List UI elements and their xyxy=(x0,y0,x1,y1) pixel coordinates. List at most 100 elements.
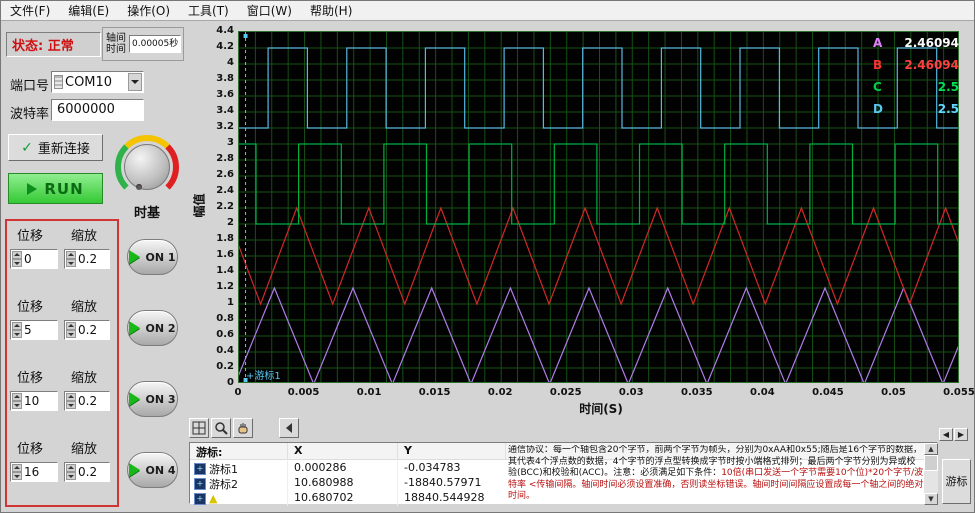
run-button[interactable]: RUN xyxy=(8,173,103,204)
legend-item-D[interactable]: D 2.5 xyxy=(873,99,959,119)
scale-input-3[interactable]: 0.2 xyxy=(64,391,110,411)
scale-value-1: 0.2 xyxy=(78,252,98,266)
cursor-x-value: 10.680702 xyxy=(288,491,398,506)
on-button-1[interactable]: ON 1 xyxy=(127,239,178,275)
y-axis-title: 幅值 xyxy=(192,193,207,218)
scale-label-4: 缩放 xyxy=(71,442,98,457)
y-tick-label: 0.8 xyxy=(216,313,234,324)
menu-item[interactable]: 帮助(H) xyxy=(301,1,361,21)
legend-series-value: 2.46094 xyxy=(904,58,959,72)
scrollbar-thumb[interactable] xyxy=(924,455,938,471)
y-tick-label: 1.8 xyxy=(216,233,234,244)
graph-scroll-left-button[interactable] xyxy=(279,418,299,438)
on-label-4: ON 4 xyxy=(145,463,176,477)
scale-label-1: 缩放 xyxy=(71,229,98,244)
y-tick-label: 4.2 xyxy=(216,41,234,52)
menu-item[interactable]: 窗口(W) xyxy=(238,1,301,21)
play-icon xyxy=(129,321,141,335)
spinner-icon[interactable] xyxy=(12,393,22,409)
check-icon: ✓ xyxy=(21,139,33,156)
reconnect-button[interactable]: ✓ 重新连接 xyxy=(8,134,103,161)
cursor-y-value: -18840.57971 xyxy=(404,476,482,489)
menu-item[interactable]: 操作(O) xyxy=(118,1,179,21)
x-tick-label: 0.015 xyxy=(418,387,451,398)
baud-input[interactable]: 6000000 xyxy=(51,99,144,121)
on-button-4[interactable]: ON 4 xyxy=(127,452,178,488)
cursor-x-value: 0.000286 xyxy=(288,461,398,476)
waveform-plot[interactable] xyxy=(238,31,959,383)
play-icon xyxy=(129,250,141,264)
displacement-value-2: 5 xyxy=(24,323,32,337)
scale-value-4: 0.2 xyxy=(78,465,98,479)
displacement-input-3[interactable]: 10 xyxy=(10,391,58,411)
header-x: X xyxy=(288,443,398,459)
legend-series-value: 2.5 xyxy=(937,80,959,94)
crosshair-icon xyxy=(192,421,206,435)
status-display: 状态: 正常 xyxy=(6,32,101,57)
scale-label-2: 缩放 xyxy=(71,300,98,315)
port-combobox[interactable]: COM10 xyxy=(51,71,144,93)
protocol-note: 通信协议：每一个轴包含20个字节，前两个字节为帧头，分别为0xAA和0x55;随… xyxy=(508,445,924,503)
scale-value-2: 0.2 xyxy=(78,323,98,337)
menu-item[interactable]: 工具(T) xyxy=(179,1,238,21)
y-tick-label: 1.2 xyxy=(216,281,234,292)
knob-face[interactable] xyxy=(124,144,170,190)
displacement-label-3: 位移 xyxy=(17,371,44,386)
chevron-down-icon[interactable] xyxy=(128,73,142,91)
hand-icon xyxy=(238,423,248,434)
scroll-left-button[interactable]: ◀ xyxy=(939,428,953,441)
menu-item[interactable]: 文件(F) xyxy=(1,1,59,21)
series-C xyxy=(239,143,958,225)
spinner-icon[interactable] xyxy=(66,322,76,338)
spinner-icon[interactable] xyxy=(12,464,22,480)
play-icon xyxy=(27,182,38,195)
displacement-input-4[interactable]: 16 xyxy=(10,462,58,482)
cursor-panel-button[interactable]: 游标 xyxy=(942,459,971,504)
spinner-icon[interactable] xyxy=(12,251,22,267)
displacement-value-4: 16 xyxy=(24,465,40,479)
spinner-icon[interactable] xyxy=(12,322,22,338)
on-button-2[interactable]: ON 2 xyxy=(127,310,178,346)
y-tick-label: 2.4 xyxy=(216,185,234,196)
spinner-icon[interactable] xyxy=(66,251,76,267)
play-icon xyxy=(129,463,141,477)
app-window: 文件(F) 编辑(E) 操作(O) 工具(T) 窗口(W) 帮助(H) 状态: 正常 轴间… xyxy=(0,0,975,513)
cursor-style-icon[interactable]: + xyxy=(194,462,206,475)
y-tick-label: 3.6 xyxy=(216,89,234,100)
cursor-style-icon[interactable]: + xyxy=(194,492,206,505)
displacement-input-1[interactable]: 0 xyxy=(10,249,58,269)
scale-input-1[interactable]: 0.2 xyxy=(64,249,110,269)
menu-item[interactable]: 编辑(E) xyxy=(59,1,118,21)
scroll-up-button[interactable]: ▲ xyxy=(924,443,938,455)
cursor-y-value: 18840.544928 xyxy=(404,491,485,504)
cursor-table-row[interactable]: + 游标2 10.680988 -18840.57971 xyxy=(190,476,506,491)
x-tick-label: 0.03 xyxy=(618,387,644,398)
zoom-tool-button[interactable] xyxy=(211,418,231,438)
pan-tool-button[interactable] xyxy=(233,418,253,438)
plot-cursor-label[interactable]: +游标1 xyxy=(246,367,281,382)
legend-series-name: A xyxy=(873,36,883,50)
scale-input-2[interactable]: 0.2 xyxy=(64,320,110,340)
cursor-tool-button[interactable] xyxy=(189,418,209,438)
cursor-style-icon[interactable]: + xyxy=(194,477,206,490)
cursor-table: 游标: X Y + 游标1 0.000286 -0.034783 + 游标2 1… xyxy=(189,442,938,506)
scale-value-3: 0.2 xyxy=(78,394,98,408)
legend-item-C[interactable]: C 2.5 xyxy=(873,77,959,97)
scroll-down-button[interactable]: ▼ xyxy=(924,493,938,505)
displacement-input-2[interactable]: 5 xyxy=(10,320,58,340)
timebase-knob[interactable] xyxy=(112,132,182,202)
legend-item-B[interactable]: B 2.46094 xyxy=(873,55,959,75)
x-tick-label: 0 xyxy=(234,387,242,398)
cursor-x-value: 10.680988 xyxy=(288,476,398,491)
on-label-1: ON 1 xyxy=(145,250,176,264)
legend-item-A[interactable]: A 2.46094 xyxy=(873,33,959,53)
scale-input-4[interactable]: 0.2 xyxy=(64,462,110,482)
cursor-table-row[interactable]: + ▲ 10.680702 18840.544928 xyxy=(190,491,506,506)
spinner-icon[interactable] xyxy=(66,393,76,409)
axis-time-input[interactable]: 0.00005秒 xyxy=(129,35,181,53)
on-button-3[interactable]: ON 3 xyxy=(127,381,178,417)
scroll-right-button[interactable]: ▶ xyxy=(954,428,968,441)
magnifier-icon xyxy=(215,422,228,435)
cursor-table-row[interactable]: + 游标1 0.000286 -0.034783 xyxy=(190,461,506,476)
spinner-icon[interactable] xyxy=(66,464,76,480)
